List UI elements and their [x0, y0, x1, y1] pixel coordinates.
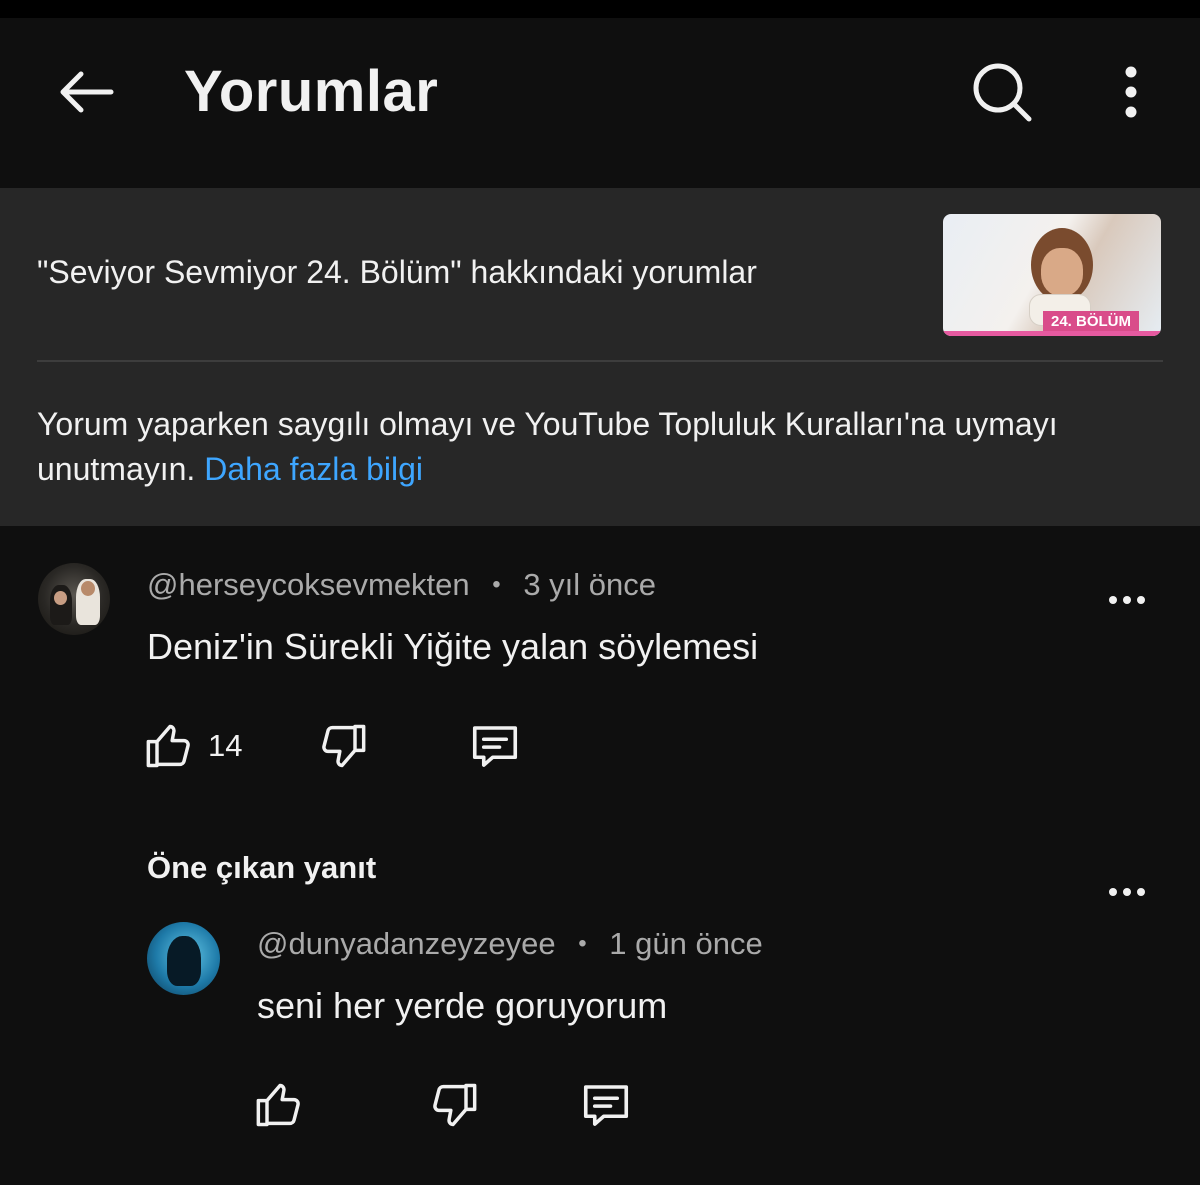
app-bar: Yorumlar: [0, 0, 1200, 188]
reply-reply-button[interactable]: [576, 1075, 636, 1135]
like-count: 14: [208, 728, 243, 763]
thumbs-up-icon: [256, 1083, 300, 1127]
guidelines-text: Yorum yaparken saygılı olmayı ve YouTube…: [37, 406, 1058, 487]
comment-icon: [472, 726, 518, 767]
featured-reply-label: Öne çıkan yanıt: [147, 850, 377, 885]
more-vertical-icon: [1125, 66, 1137, 118]
avatar[interactable]: [147, 922, 220, 995]
page-title: Yorumlar: [184, 59, 439, 124]
video-thumbnail[interactable]: 24. BÖLÜM: [943, 214, 1161, 336]
reply-button[interactable]: [465, 716, 525, 776]
avatar-figure-face: [81, 581, 95, 596]
comment-icon: [583, 1085, 629, 1126]
like-button[interactable]: [140, 716, 200, 776]
comment-author-line: @herseycoksevmekten • 3 yıl önce: [147, 567, 656, 603]
more-options-button[interactable]: [1100, 60, 1162, 124]
thumbnail-border: [943, 331, 1161, 336]
search-icon: [973, 63, 1032, 122]
search-button[interactable]: [962, 56, 1042, 128]
avatar[interactable]: [38, 563, 110, 635]
comment-time: 3 yıl önce: [523, 567, 657, 602]
thumbs-up-icon: [146, 724, 190, 768]
thumbs-down-icon: [322, 724, 366, 768]
learn-more-link[interactable]: Daha fazla bilgi: [204, 451, 423, 487]
arrow-left-icon: [60, 71, 114, 113]
thumbnail-episode-badge: 24. BÖLÜM: [1042, 311, 1139, 332]
reply-like-button[interactable]: [250, 1075, 310, 1135]
reply-time: 1 gün önce: [609, 926, 763, 961]
avatar-silhouette: [167, 936, 201, 986]
reply-author-line: @dunyadanzeyzeyee • 1 gün önce: [257, 926, 763, 962]
separator-dot: •: [492, 571, 501, 598]
dislike-button[interactable]: [312, 716, 372, 776]
reply-author[interactable]: @dunyadanzeyzeyee: [257, 926, 556, 961]
thumbs-down-icon: [433, 1083, 477, 1127]
reply-menu-button[interactable]: [1097, 872, 1157, 912]
reply-dislike-button[interactable]: [423, 1075, 483, 1135]
comment-author[interactable]: @herseycoksevmekten: [147, 567, 470, 602]
community-guidelines-notice: Yorum yaparken saygılı olmayı ve YouTube…: [37, 402, 1167, 492]
status-bar-strip: [0, 0, 1200, 18]
comment-text: Deniz'in Sürekli Yiğite yalan söylemesi: [147, 626, 759, 667]
back-button[interactable]: [50, 62, 120, 122]
comment-menu-button[interactable]: [1097, 580, 1157, 620]
separator-dot: •: [578, 930, 587, 957]
video-comments-title: "Seviyor Sevmiyor 24. Bölüm" hakkındaki …: [37, 254, 757, 290]
divider: [37, 360, 1163, 362]
avatar-figure-face: [54, 591, 67, 605]
thumbnail-face: [1041, 248, 1083, 296]
more-horizontal-icon: [1109, 596, 1145, 604]
reply-text: seni her yerde goruyorum: [257, 985, 668, 1026]
more-horizontal-icon: [1109, 888, 1145, 896]
